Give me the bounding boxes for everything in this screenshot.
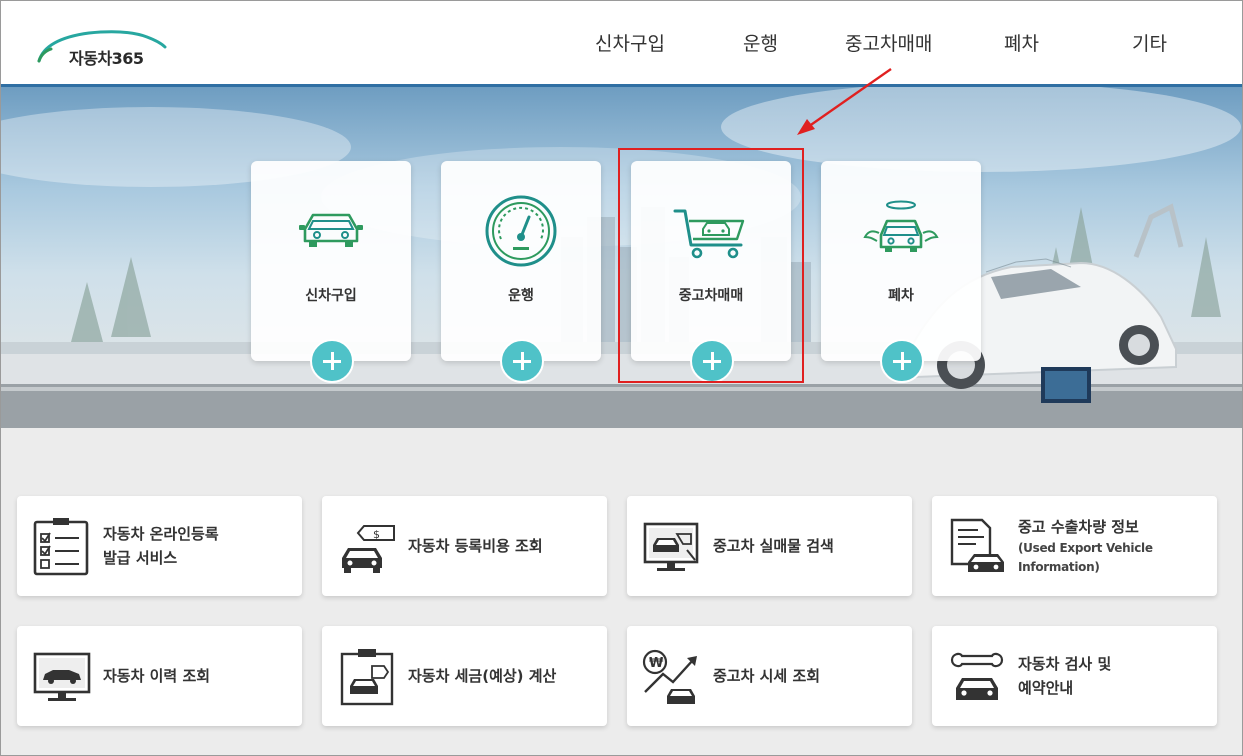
tile-title: 자동차 등록비용 조회	[408, 537, 543, 555]
tile-text: 자동차 이력 조회	[103, 626, 210, 726]
tile-text: 중고차 실매물 검색	[713, 496, 834, 596]
svg-text:₩: ₩	[649, 656, 664, 671]
tile-title-line2: 예약안내	[1018, 679, 1074, 697]
tile-title: 중고 수출차량 정보	[1018, 518, 1139, 537]
clipboard-car-icon	[340, 649, 394, 706]
hero-card-new-car[interactable]: 신차구입	[251, 161, 411, 383]
site-header: 자동차365 신차구입 운행 중고차매매 폐차 기타	[1, 1, 1242, 87]
service-tile-vehicle-history[interactable]: 자동차 이력 조회	[17, 626, 302, 726]
tile-text: 자동차 검사 및 예약안내	[1018, 626, 1111, 726]
tile-title: 자동차 검사 및	[1018, 655, 1112, 673]
tile-subtitle: (Used Export Vehicle	[1018, 541, 1153, 556]
price-tag-car-icon: $	[342, 525, 395, 573]
hero-card-driving[interactable]: 운행	[441, 161, 601, 383]
won-chart-car-icon: ₩	[642, 649, 697, 704]
service-tile-tax-calculation[interactable]: 자동차 세금(예상) 계산	[322, 626, 607, 726]
main-nav: 신차구입 운행 중고차매매 폐차 기타	[1, 29, 1242, 59]
service-tile-inspection[interactable]: 자동차 검사 및 예약안내	[932, 626, 1217, 726]
wrench-car-icon	[950, 652, 1004, 700]
tile-title: 자동차 이력 조회	[103, 667, 211, 685]
nav-item-driving[interactable]: 운행	[743, 29, 778, 56]
service-tile-used-export[interactable]: 중고 수출차량 정보 (Used Export Vehicle Informat…	[932, 496, 1217, 596]
service-tile-online-registration[interactable]: 자동차 온라인등록 발급 서비스	[17, 496, 302, 596]
tile-title: 중고차 실매물 검색	[713, 537, 834, 555]
angel-car-icon	[863, 200, 939, 252]
plus-icon[interactable]	[500, 339, 544, 383]
hero-card-label: 신차구입	[305, 288, 357, 304]
highlight-box	[618, 148, 804, 383]
nav-item-new-car[interactable]: 신차구입	[595, 29, 665, 56]
monitor-car-icon	[33, 652, 91, 701]
service-tile-used-car-search[interactable]: 중고차 실매물 검색	[627, 496, 912, 596]
nav-item-etc[interactable]: 기타	[1132, 29, 1167, 56]
tile-text: 자동차 등록비용 조회	[408, 496, 543, 596]
tile-title: 자동차 온라인등록	[103, 525, 219, 543]
document-car-icon	[950, 518, 1004, 572]
tile-text: 자동차 온라인등록 발급 서비스	[103, 496, 219, 596]
service-tile-used-car-price[interactable]: ₩ 중고차 시세 조회	[627, 626, 912, 726]
tile-subtitle-line2: Information)	[1018, 560, 1100, 574]
tile-title: 자동차 세금(예상) 계산	[408, 667, 557, 685]
hero-card-label: 폐차	[888, 288, 914, 304]
tile-text: 중고 수출차량 정보 (Used Export Vehicle Informat…	[1018, 496, 1153, 596]
hero-card-scrap[interactable]: 폐차	[821, 161, 981, 383]
nav-item-used-car[interactable]: 중고차매매	[845, 29, 932, 56]
tile-text: 중고차 시세 조회	[713, 626, 820, 726]
tile-title-line2: 발급 서비스	[103, 549, 178, 567]
car-icon	[299, 213, 363, 247]
checklist-icon	[33, 518, 89, 576]
nav-item-scrap[interactable]: 폐차	[1004, 29, 1039, 56]
tile-text: 자동차 세금(예상) 계산	[408, 626, 556, 726]
monitor-car-search-icon	[643, 522, 699, 571]
plus-icon[interactable]	[880, 339, 924, 383]
hero-card-label: 운행	[508, 288, 534, 304]
annotation-arrow-icon	[797, 68, 892, 135]
plus-icon[interactable]	[310, 339, 354, 383]
service-tile-registration-cost[interactable]: $ 자동차 등록비용 조회	[322, 496, 607, 596]
svg-text:$: $	[373, 528, 380, 541]
speedometer-icon	[485, 195, 557, 267]
tile-title: 중고차 시세 조회	[713, 667, 821, 685]
